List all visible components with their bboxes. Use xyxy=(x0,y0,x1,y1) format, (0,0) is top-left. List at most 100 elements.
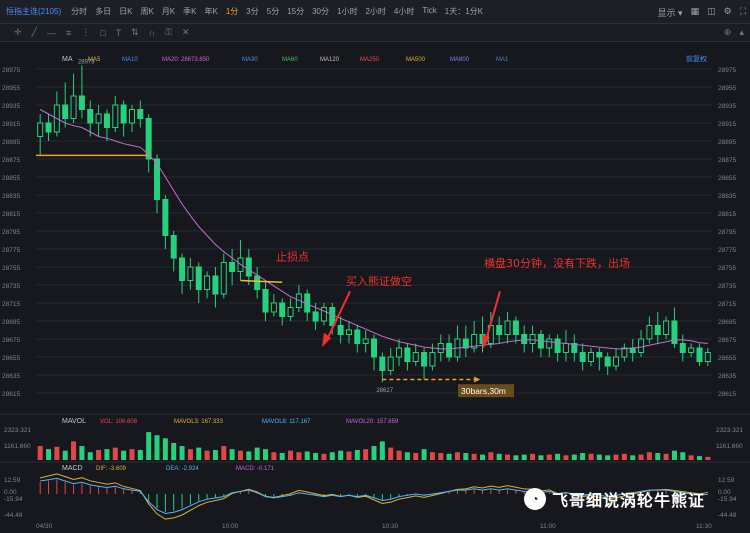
candle-body xyxy=(137,109,144,119)
ma-legend-label: MA500 xyxy=(406,57,426,63)
y-tick-label-right: 28615 xyxy=(718,391,736,398)
candle-body xyxy=(37,122,44,137)
timeframe-tab[interactable]: 1小时 xyxy=(337,6,357,17)
y-tick-label-left: 28635 xyxy=(2,373,20,380)
lock-icon[interactable]: ⚿ xyxy=(165,27,172,38)
macd-tick-label: -44.48 xyxy=(718,512,737,519)
timeframe-tab[interactable]: 1天：1分K xyxy=(445,6,483,17)
y-tick-label-right: 28835 xyxy=(718,193,736,200)
volume-bar xyxy=(379,441,385,460)
channel-tool-icon[interactable]: ≡ xyxy=(66,28,71,38)
vol-tick-label: 2323.321 xyxy=(716,427,743,434)
y-tick-label-left: 28655 xyxy=(2,355,20,362)
watermark: ◔ 飞哥细说涡轮牛熊证 xyxy=(524,487,705,511)
candle-body xyxy=(179,257,186,281)
timeframe-tab[interactable]: 15分 xyxy=(287,6,304,17)
line-tool-icon[interactable]: ╱ xyxy=(32,27,37,38)
timeframe-tab[interactable]: 月K xyxy=(162,6,175,17)
cursor-icon[interactable]: ✛ xyxy=(14,27,22,38)
timeframe-tab[interactable]: 5分 xyxy=(267,6,279,17)
timeframe-tab[interactable]: 分时 xyxy=(71,6,87,17)
entry-arrow-head xyxy=(474,376,481,383)
rect-tool-icon[interactable]: □ xyxy=(100,28,105,38)
y-tick-label-right: 28935 xyxy=(718,103,736,110)
candle-body xyxy=(504,320,511,335)
collapse-icon[interactable]: ▴ xyxy=(739,27,744,38)
y-tick-label-left: 28755 xyxy=(2,265,20,272)
candle-body xyxy=(195,266,202,290)
timeframe-tab[interactable]: 周K xyxy=(140,6,153,17)
trash-icon[interactable]: ✕ xyxy=(182,27,190,38)
text-tool-icon[interactable]: T xyxy=(116,28,122,38)
volume-bar xyxy=(613,454,619,460)
y-tick-label-right: 28955 xyxy=(718,85,736,92)
timeframe-tab[interactable]: 1分 xyxy=(226,6,238,17)
price-chart[interactable]: MA MA5 MA10 MA20: 28673.850 MA30 MA60 MA120 MA2… xyxy=(0,42,750,533)
candle-body xyxy=(103,113,110,128)
candle-body xyxy=(220,262,227,295)
vol-tick-label: 2323.321 xyxy=(4,427,31,434)
timeframe-tab[interactable]: 2小时 xyxy=(365,6,385,17)
volume-bar xyxy=(179,446,185,460)
volume-bar xyxy=(688,455,694,460)
candle-body xyxy=(512,320,519,335)
candle-body xyxy=(279,302,286,317)
camera-icon[interactable]: ◫ xyxy=(707,6,716,19)
timeframe-tab[interactable]: 年K xyxy=(205,6,218,17)
volume-bar xyxy=(288,450,294,460)
candle-body xyxy=(387,356,394,371)
timeframe-tab[interactable]: 日K xyxy=(119,6,132,17)
timeframe-tab[interactable]: Tick xyxy=(422,6,436,17)
volume-bar xyxy=(513,455,519,460)
x-tick-label: 11:00 xyxy=(540,523,556,530)
volume-legend-label: VOL: 106.608 xyxy=(100,419,138,425)
magnet-icon[interactable]: ∩ xyxy=(149,28,155,38)
candle-body xyxy=(187,266,194,281)
volume-bar xyxy=(371,446,377,460)
candle-body xyxy=(596,352,603,358)
x-tick-label: 10:30 xyxy=(382,523,399,530)
macd-legend-label: DIF: -3.609 xyxy=(96,466,127,472)
volume-bar xyxy=(329,452,335,460)
candle-body xyxy=(638,338,645,353)
candle-body xyxy=(128,109,135,124)
volume-bar xyxy=(87,452,93,460)
candle-body xyxy=(688,347,695,353)
display-menu[interactable]: 显示 ▾ xyxy=(658,6,683,19)
candle-body xyxy=(337,325,344,335)
volume-bar xyxy=(354,449,360,460)
volume-bar xyxy=(505,454,511,460)
candle-body xyxy=(679,343,686,353)
volume-bar xyxy=(112,447,118,460)
volume-bar xyxy=(404,452,410,460)
volume-bar xyxy=(538,455,544,460)
timeframe-tab[interactable]: 30分 xyxy=(312,6,329,17)
fullscreen-icon[interactable]: ⛶ xyxy=(740,6,746,19)
volume-bar xyxy=(279,453,285,460)
fib-tool-icon[interactable]: ⋮ xyxy=(81,27,90,38)
adjust-label[interactable]: 前复权 xyxy=(686,54,707,63)
macd-tick-label: -44.48 xyxy=(4,512,23,519)
candle-body xyxy=(613,356,620,367)
timeframe-tab[interactable]: 4小时 xyxy=(394,6,414,17)
timeframe-tab[interactable]: 季K xyxy=(183,6,196,17)
candle-body xyxy=(412,352,419,362)
settings-icon[interactable]: ⚙ xyxy=(724,6,732,19)
timeframe-tab[interactable]: 3分 xyxy=(246,6,258,17)
grid-icon[interactable]: ▦ xyxy=(691,6,700,19)
volume-bar xyxy=(546,454,552,460)
timeframe-tab[interactable]: 多日 xyxy=(95,6,111,17)
volume-bar xyxy=(479,454,485,460)
volume-bar xyxy=(346,451,352,460)
y-tick-label-right: 28815 xyxy=(718,211,736,218)
zoom-icon[interactable]: ⊕ xyxy=(724,27,732,38)
symbol-selector[interactable]: 恒指主连(2105) xyxy=(6,6,61,17)
hline-tool-icon[interactable]: ― xyxy=(47,28,56,38)
volume-bar xyxy=(605,455,611,460)
drawing-toolbar: ✛ ╱ ― ≡ ⋮ □ T ⇅ ∩ ⚿ ✕ ⊕ ▴ xyxy=(0,24,750,42)
measure-tool-icon[interactable]: ⇅ xyxy=(131,27,139,38)
ma-legend-label: MA120 xyxy=(320,57,340,63)
low-mark-label: 28627 xyxy=(376,388,393,394)
toolbar: 恒指主连(2105) 分时 多日 日K 周K 月K 季K 年K 1分 3分 5分 15分 30分 1小时… xyxy=(0,0,750,24)
candle-body xyxy=(396,347,403,358)
